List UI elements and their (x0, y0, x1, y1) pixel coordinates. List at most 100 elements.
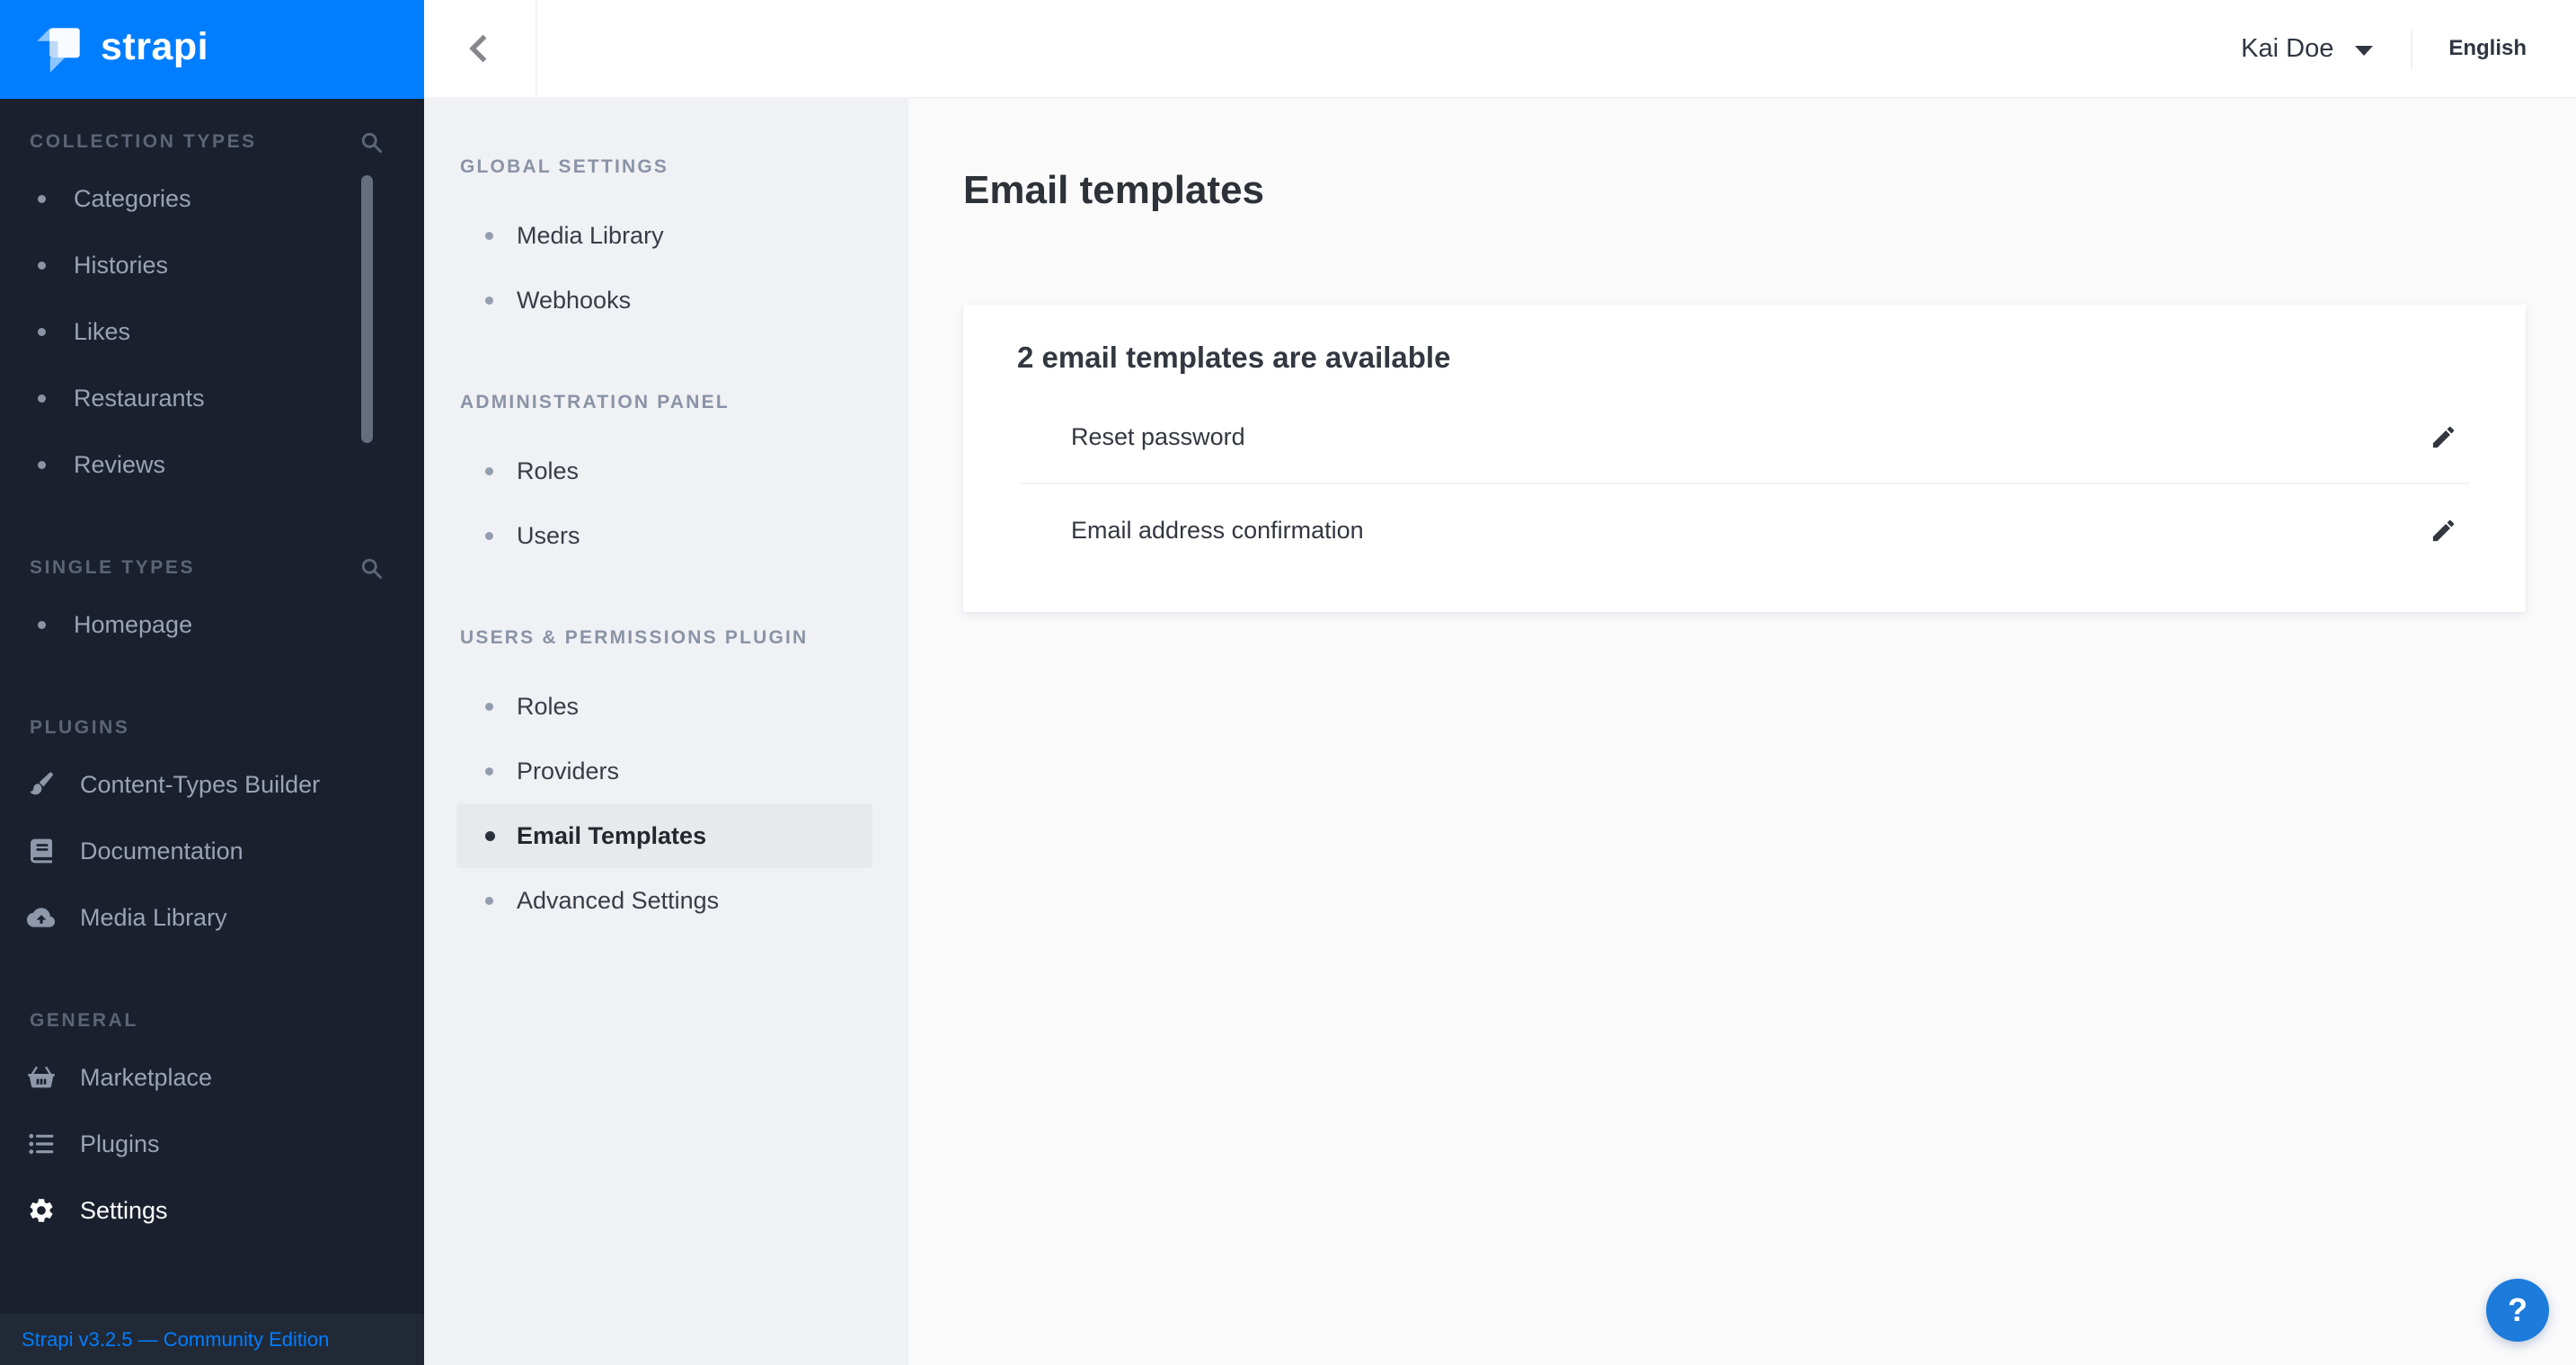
settings-item-label: Providers (517, 757, 620, 784)
section-plugins: PLUGINS Content-Types Builder Documentat… (0, 705, 424, 951)
pencil-icon (2432, 519, 2454, 542)
cloud-upload-icon (24, 900, 58, 935)
sidebar-nav: COLLECTION TYPES Categories Histories Li… (0, 99, 424, 1314)
bullet-icon (485, 231, 493, 240)
sidebar-item-media-library[interactable]: Media Library (0, 884, 424, 951)
settings-item-label: Email Templates (517, 821, 707, 849)
card-header: 2 email templates are available (1017, 341, 1451, 375)
bullet-icon (485, 466, 493, 475)
bullet-icon (38, 261, 46, 270)
chevron-left-icon (469, 34, 487, 63)
back-button[interactable] (424, 0, 537, 97)
sidebar-item-label: Homepage (74, 610, 193, 638)
settings-item-webhooks[interactable]: Webhooks (456, 268, 872, 332)
topbar-divider (2411, 29, 2413, 68)
section-label: SINGLE TYPES (30, 557, 196, 578)
chevron-down-icon (2355, 45, 2374, 56)
sidebar-item-plugins[interactable]: Plugins (0, 1111, 424, 1177)
sidebar-item-label: Reviews (74, 450, 166, 478)
strapi-logo-icon (37, 28, 80, 73)
help-button[interactable]: ? (2486, 1279, 2549, 1342)
strapi-logo[interactable]: strapi (0, 0, 424, 99)
bullet-icon (485, 830, 495, 841)
section-label: COLLECTION TYPES (30, 131, 257, 152)
section-label: PLUGINS (30, 717, 130, 738)
sidebar-scrollbar-thumb[interactable] (361, 175, 373, 443)
sidebar-item-label: Restaurants (74, 384, 205, 412)
settings-item-up-roles[interactable]: Roles (456, 674, 872, 739)
bullet-icon (38, 327, 46, 336)
main-content: Email templates 2 email templates are av… (908, 99, 2576, 1365)
bullet-icon (485, 531, 493, 540)
search-icon[interactable] (358, 129, 385, 155)
template-row-email-confirmation[interactable]: Email address confirmation (963, 484, 2526, 576)
section-single-types: SINGLE TYPES Homepage (0, 545, 424, 658)
template-name: Email address confirmation (1071, 516, 1364, 544)
section-head: SINGLE TYPES (0, 545, 424, 591)
sidebar-item-homepage[interactable]: Homepage (0, 591, 424, 658)
user-menu[interactable]: Kai Doe (2241, 0, 2374, 97)
section-label: USERS & PERMISSIONS PLUGIN (460, 627, 809, 648)
section-label: GLOBAL SETTINGS (460, 156, 669, 177)
page-title: Email templates (963, 168, 1265, 213)
language-selector[interactable]: English (2448, 0, 2527, 97)
bullet-icon (38, 620, 46, 629)
settings-item-admin-users[interactable]: Users (456, 503, 872, 568)
content-region: GLOBAL SETTINGS Media Library Webhooks A… (424, 99, 2576, 1365)
bullet-icon (485, 896, 493, 905)
sidebar-item-marketplace[interactable]: Marketplace (0, 1044, 424, 1111)
edit-button[interactable] (2423, 510, 2463, 550)
sidebar-item-label: Likes (74, 317, 131, 345)
settings-item-label: Webhooks (517, 286, 632, 314)
settings-item-providers[interactable]: Providers (456, 739, 872, 803)
section-general: GENERAL Marketplace Plugins Settings (0, 997, 424, 1244)
sidebar-item-label: Categories (74, 184, 191, 212)
language-label: English (2448, 36, 2527, 60)
sidebar-item-label: Plugins (80, 1130, 160, 1157)
settings-sidebar: GLOBAL SETTINGS Media Library Webhooks A… (424, 99, 908, 1365)
sidebar-item-label: Marketplace (80, 1063, 213, 1091)
section-global-settings: GLOBAL SETTINGS Media Library Webhooks (424, 144, 908, 332)
bullet-icon (485, 296, 493, 305)
sidebar-item-label: Histories (74, 251, 169, 279)
app-window: strapi COLLECTION TYPES Categories Histo… (0, 0, 2576, 1365)
section-label: ADMINISTRATION PANEL (460, 392, 730, 412)
settings-item-email-templates[interactable]: Email Templates (456, 803, 872, 868)
email-templates-card: 2 email templates are available Reset pa… (963, 305, 2526, 613)
bullet-icon (485, 767, 493, 776)
bullet-icon (38, 460, 46, 469)
search-icon[interactable] (358, 554, 385, 581)
sidebar-item-documentation[interactable]: Documentation (0, 818, 424, 884)
settings-item-admin-roles[interactable]: Roles (456, 439, 872, 503)
settings-item-advanced-settings[interactable]: Advanced Settings (456, 868, 872, 933)
sidebar-item-label: Documentation (80, 837, 243, 864)
right-region: Kai Doe English GLOBAL SETTINGS Media Li… (424, 0, 2576, 1365)
section-head: PLUGINS (0, 705, 424, 751)
section-label: GENERAL (30, 1010, 138, 1031)
topbar: Kai Doe English (424, 0, 2576, 99)
sidebar-item-settings[interactable]: Settings (0, 1177, 424, 1244)
settings-item-label: Roles (517, 692, 580, 720)
paintbrush-icon (24, 767, 58, 802)
bullet-icon (38, 394, 46, 403)
settings-item-media-library[interactable]: Media Library (456, 203, 872, 268)
version-link[interactable]: Strapi v3.2.5 — Community Edition (22, 1328, 329, 1352)
sidebar-item-label: Settings (80, 1196, 168, 1224)
sidebar-item-label: Media Library (80, 903, 227, 931)
gear-icon (24, 1193, 58, 1228)
settings-item-label: Users (517, 521, 580, 549)
settings-item-label: Roles (517, 456, 580, 484)
sidebar-item-content-types-builder[interactable]: Content-Types Builder (0, 751, 424, 818)
basket-icon (24, 1060, 58, 1095)
section-administration-panel: ADMINISTRATION PANEL Roles Users (424, 379, 908, 568)
section-head: GENERAL (0, 997, 424, 1044)
template-row-reset-password[interactable]: Reset password (963, 391, 2526, 483)
list-icon (24, 1127, 58, 1161)
edit-button[interactable] (2423, 417, 2463, 456)
pencil-icon (2432, 426, 2454, 448)
settings-item-label: Media Library (517, 221, 664, 249)
sidebar-item-reviews[interactable]: Reviews (0, 431, 424, 498)
settings-item-label: Advanced Settings (517, 886, 720, 914)
sidebar-item-label: Content-Types Builder (80, 770, 321, 798)
